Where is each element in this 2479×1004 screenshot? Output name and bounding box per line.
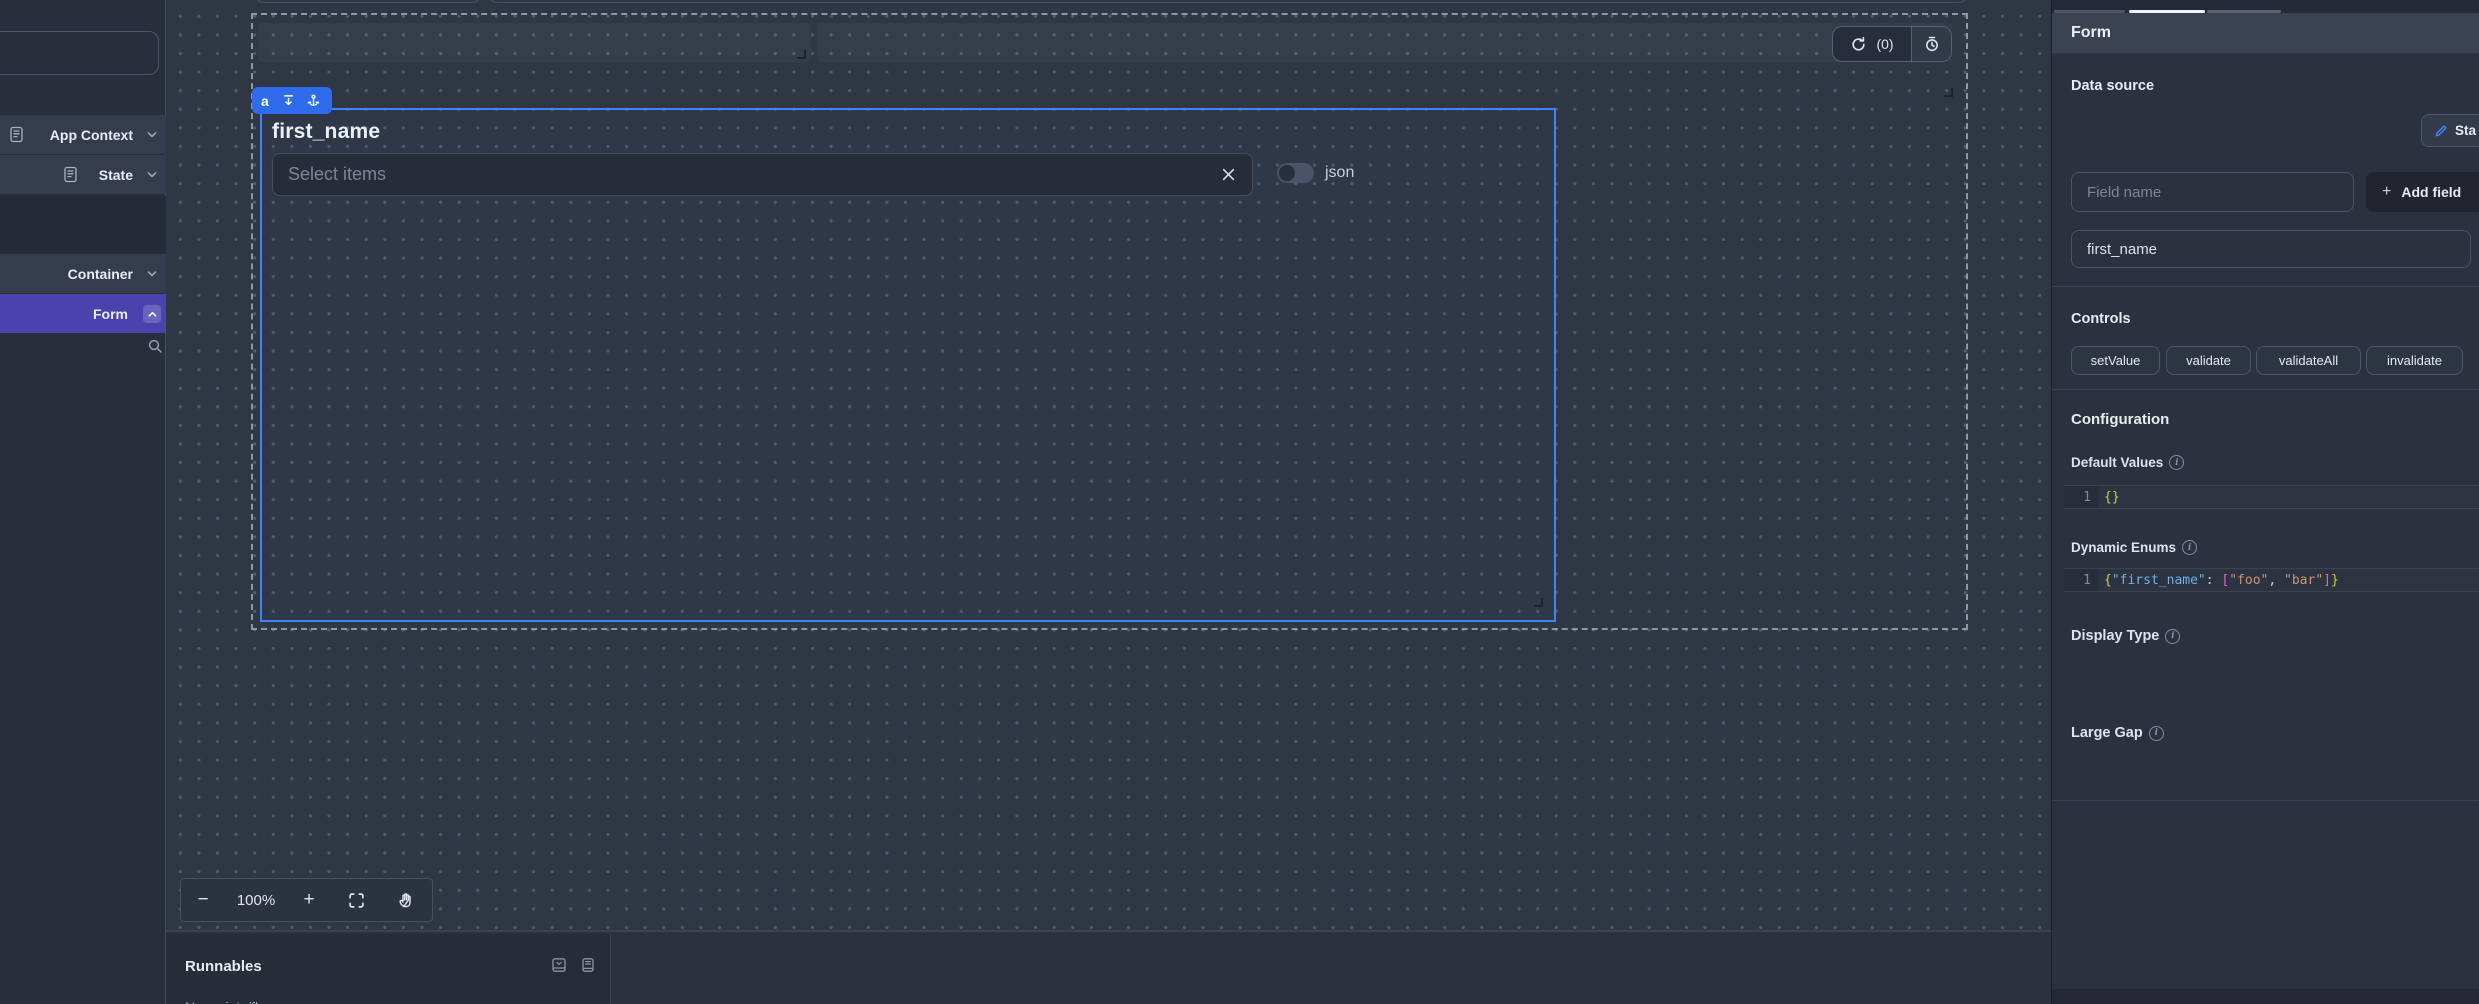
section-divider — [2052, 286, 2479, 287]
fit-to-screen-icon[interactable] — [331, 892, 381, 909]
json-toggle-label: json — [1325, 164, 1355, 181]
display-type-label: Display Type — [2071, 628, 2181, 644]
json-toggle[interactable] — [1277, 163, 1314, 183]
refresh-button[interactable]: (0) — [1833, 27, 1911, 61]
sidebar-item-state[interactable]: State — [0, 155, 166, 194]
canvas-header-fragment-left — [254, 0, 482, 3]
code-content: {} — [2104, 489, 2120, 505]
dynamic-enums-editor[interactable]: 1 {"first_name": ["foo", "bar"]} — [2064, 568, 2479, 592]
control-button-invalidate[interactable]: invalidate — [2366, 346, 2463, 375]
zoom-out-button[interactable]: − — [181, 889, 225, 911]
outline-sidebar: App Context State Container Form — [0, 0, 166, 1004]
panel-tabs-strip — [2052, 0, 2479, 13]
resize-handle-icon[interactable] — [1944, 88, 1953, 97]
dock-panel-icon[interactable] — [551, 957, 567, 973]
panel-bottom-strip — [2052, 989, 2479, 1004]
zoom-in-button[interactable]: + — [287, 889, 331, 911]
control-button-validate[interactable]: validate — [2166, 346, 2251, 375]
controls-title: Controls — [2071, 311, 2131, 327]
default-values-editor[interactable]: 1 {} — [2064, 485, 2479, 509]
section-divider — [2052, 800, 2479, 801]
search-icon[interactable] — [147, 338, 163, 354]
sidebar-item-app-context[interactable]: App Context — [0, 115, 166, 154]
chevron-down-icon[interactable] — [146, 129, 158, 141]
refresh-icon — [1850, 36, 1867, 53]
field-name-input[interactable] — [2071, 172, 2354, 212]
add-field-label: Add field — [2401, 184, 2462, 200]
app-editor: (0) a first_name Select items json − 100… — [0, 0, 2479, 1004]
anchor-icon[interactable] — [307, 94, 320, 107]
canvas[interactable]: (0) a first_name Select items json − 100… — [166, 0, 2051, 932]
static-mode-button[interactable]: Sta — [2421, 114, 2479, 147]
code-content: {"first_name": ["foo", "bar"]} — [2104, 572, 2339, 588]
zoom-toolbar: − 100% + — [180, 878, 433, 922]
section-divider — [2052, 389, 2479, 390]
sidebar-gap — [0, 196, 166, 254]
info-icon[interactable] — [2169, 455, 2185, 470]
static-mode-label: Sta — [2455, 123, 2477, 138]
component-badge: a — [252, 87, 332, 114]
clear-selection-icon[interactable] — [1221, 167, 1236, 182]
pan-hand-icon[interactable] — [381, 891, 431, 909]
info-icon[interactable] — [2148, 725, 2164, 741]
doc-list-icon[interactable] — [580, 957, 596, 973]
chevron-up-icon[interactable] — [143, 305, 161, 323]
runnables-empty-text: No scripts/flows — [185, 999, 283, 1004]
pencil-icon — [2434, 124, 2448, 138]
panel-header: Form — [2052, 13, 2479, 54]
control-button-validateall[interactable]: validateAll — [2256, 346, 2361, 375]
history-timer-icon — [1923, 35, 1941, 53]
sidebar-item-label: State — [98, 166, 133, 183]
field-label: first_name — [272, 120, 381, 143]
sidebar-item-form[interactable]: Form — [0, 294, 166, 333]
add-field-button[interactable]: + Add field — [2366, 172, 2479, 212]
component-id-label: a — [261, 92, 269, 109]
default-values-label: Default Values — [2071, 455, 2185, 470]
zoom-level: 100% — [236, 891, 276, 909]
dynamic-enums-label: Dynamic Enums — [2071, 540, 2198, 555]
multiselect-placeholder: Select items — [288, 164, 387, 184]
line-number: 1 — [2064, 486, 2098, 508]
sidebar-item-label: App Context — [49, 126, 133, 143]
plus-icon: + — [2382, 183, 2392, 200]
sidebar-item-label: Container — [67, 265, 133, 282]
log-book-icon — [9, 126, 24, 143]
resize-handle-icon[interactable] — [1534, 598, 1543, 607]
runnables-panel: Runnables No scripts/flows — [166, 930, 2051, 1004]
configuration-title: Configuration — [2071, 411, 2170, 428]
refresh-count: (0) — [1876, 36, 1894, 52]
expand-down-icon[interactable] — [282, 94, 295, 107]
line-number: 1 — [2064, 569, 2098, 591]
info-icon[interactable] — [2165, 628, 2181, 644]
runnables-list-section: Runnables No scripts/flows — [166, 934, 611, 1004]
field-value-input[interactable] — [2071, 230, 2471, 268]
toggle-knob — [1279, 165, 1295, 181]
sidebar-item-container[interactable]: Container — [0, 254, 166, 293]
sidebar-top-box[interactable] — [0, 31, 159, 75]
info-icon[interactable] — [2182, 540, 2198, 555]
log-book-icon — [63, 166, 78, 183]
timeline-button[interactable] — [1911, 27, 1951, 61]
sidebar-item-label: Form — [93, 305, 128, 322]
control-button-setvalue[interactable]: setValue — [2071, 346, 2160, 375]
chevron-down-icon[interactable] — [146, 169, 158, 181]
data-source-title: Data source — [2071, 78, 2155, 94]
panel-title: Form — [2071, 24, 2111, 41]
large-gap-label: Large Gap — [2071, 725, 2164, 741]
runnables-title: Runnables — [185, 958, 262, 975]
recompute-toolbar: (0) — [1832, 26, 1952, 62]
topbar-grid-cell-right[interactable] — [817, 23, 1952, 62]
topbar-grid-cell-left[interactable] — [258, 23, 811, 62]
resize-handle-icon[interactable] — [797, 50, 806, 59]
chevron-down-icon[interactable] — [146, 268, 158, 280]
multiselect-input[interactable]: Select items — [272, 153, 1253, 196]
canvas-header-fragment-right — [488, 0, 1968, 3]
settings-panel: Form Data source Sta + Add field Control… — [2051, 0, 2479, 1004]
